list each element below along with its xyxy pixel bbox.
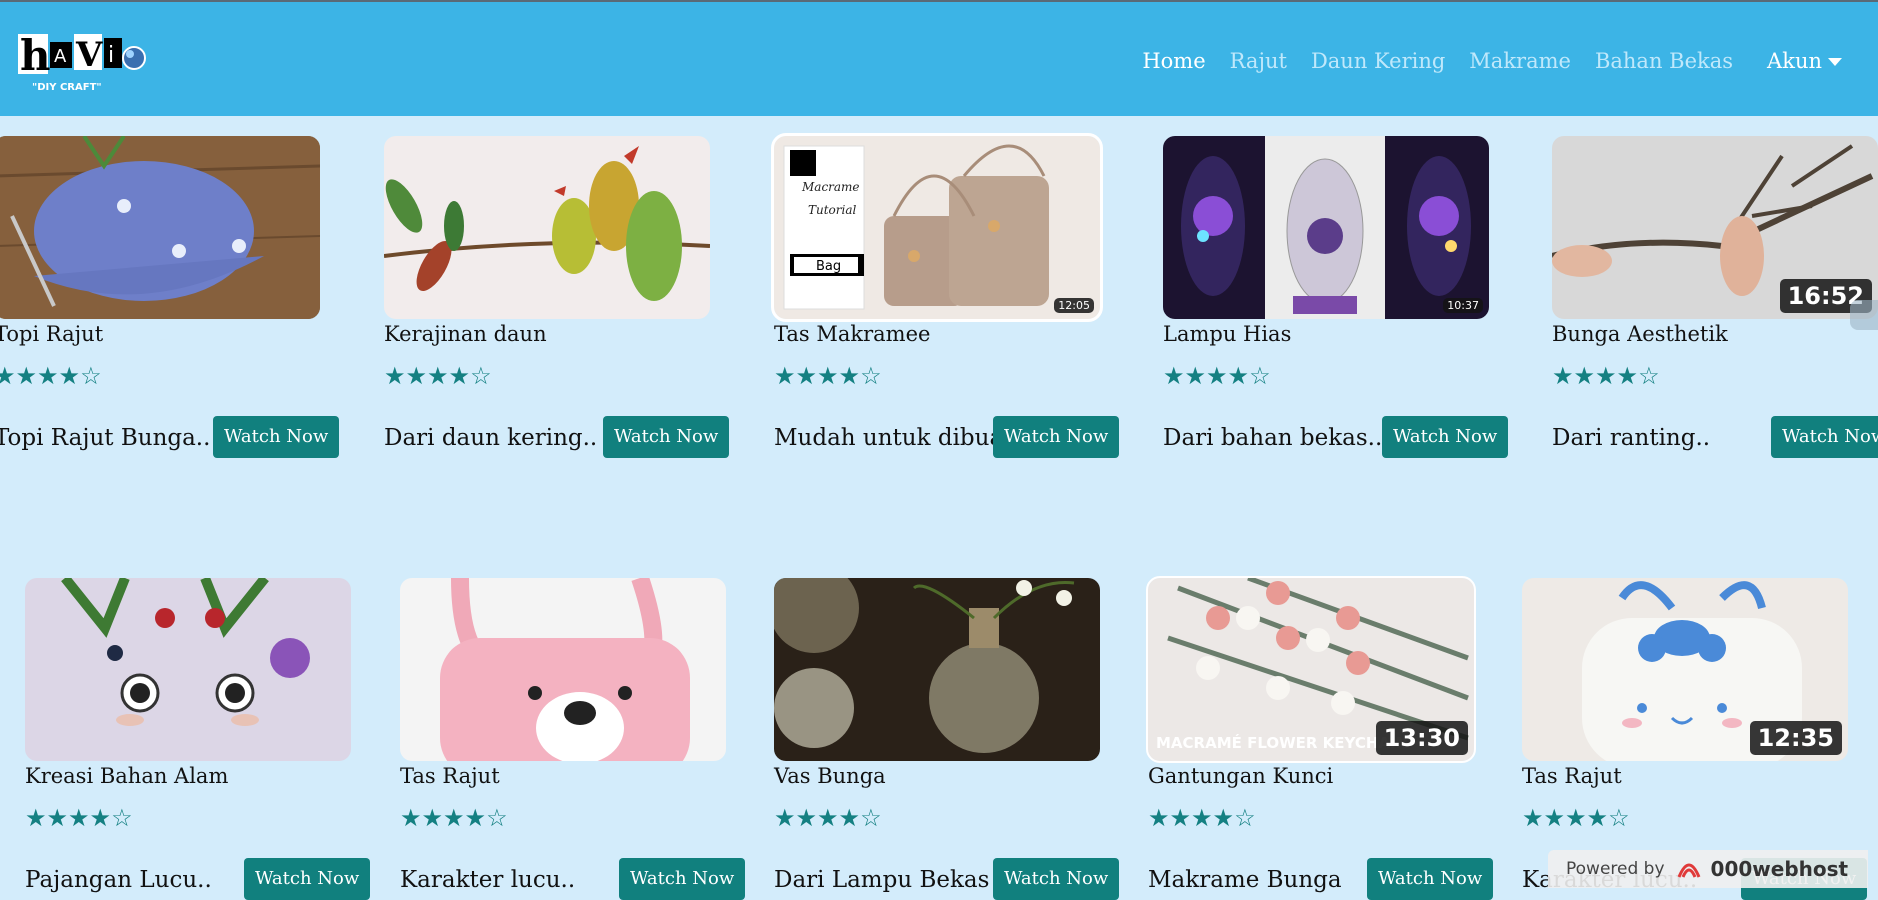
video-title: Gantungan Kunci bbox=[1148, 764, 1334, 788]
video-title: Bunga Aesthetik bbox=[1552, 322, 1728, 346]
nav-bahan-bekas[interactable]: Bahan Bekas bbox=[1595, 49, 1733, 73]
account-dropdown[interactable]: Akun bbox=[1767, 49, 1842, 73]
video-thumbnail[interactable]: 12:35 bbox=[1522, 578, 1848, 761]
powered-by-label: Powered by bbox=[1566, 859, 1665, 879]
star-rating: ★★★★☆ bbox=[774, 362, 882, 390]
star-rating: ★★★★☆ bbox=[774, 804, 882, 832]
watch-now-button[interactable]: Watch Now bbox=[993, 858, 1120, 900]
thumb-text-macrame: Macrame bbox=[801, 180, 860, 194]
video-card-kreasi-bahan-alam: Kreasi Bahan Alam ★★★★☆ Pajangan Lucu.. … bbox=[25, 578, 371, 900]
chevron-down-icon bbox=[1828, 58, 1842, 66]
video-card-topi-rajut: Topi Rajut ★★★★☆ Topi Rajut Bunga.. Watc… bbox=[0, 136, 340, 458]
video-duration: 10:37 bbox=[1443, 298, 1483, 313]
account-label: Akun bbox=[1767, 49, 1822, 73]
video-description: Makrame Bunga bbox=[1148, 867, 1342, 893]
watch-now-button[interactable]: Watch Now bbox=[1367, 858, 1494, 900]
video-description: Dari daun kering.. bbox=[384, 425, 598, 451]
thumb-text-keychain: MACRAMÉ FLOWER KEYCHAIN bbox=[1156, 733, 1408, 752]
video-title: Lampu Hias bbox=[1163, 322, 1292, 346]
nav-rajut[interactable]: Rajut bbox=[1230, 49, 1287, 73]
video-thumbnail[interactable] bbox=[774, 578, 1100, 761]
main-nav: Home Rajut Daun Kering Makrame Bahan Bek… bbox=[1118, 46, 1842, 76]
thumb-text-bag: Bag bbox=[816, 259, 841, 274]
logo-tagline: "DIY CRAFT" bbox=[32, 82, 102, 93]
svg-text:A: A bbox=[54, 46, 67, 67]
video-duration: 12:05 bbox=[1054, 298, 1094, 313]
video-description: Topi Rajut Bunga.. bbox=[0, 425, 211, 451]
svg-text:i: i bbox=[108, 43, 114, 68]
logo-image: h A V i "DIY CRAFT" bbox=[18, 31, 146, 93]
scroll-right-handle[interactable] bbox=[1850, 300, 1878, 330]
video-thumbnail[interactable] bbox=[384, 136, 710, 319]
video-title: Topi Rajut bbox=[0, 322, 104, 346]
star-rating: ★★★★☆ bbox=[1163, 362, 1271, 390]
video-description: Mudah untuk dibuat.. bbox=[774, 425, 1028, 451]
video-title: Kerajinan daun bbox=[384, 322, 547, 346]
video-thumbnail[interactable]: 10:37 bbox=[1163, 136, 1489, 319]
site-logo[interactable]: h A V i "DIY CRAFT" bbox=[16, 24, 156, 104]
powered-by-brand: 000webhost bbox=[1710, 857, 1849, 881]
video-title: Tas Rajut bbox=[1522, 764, 1622, 788]
watch-now-button[interactable]: Watch Now bbox=[603, 416, 730, 458]
watch-now-button[interactable]: Watch Now bbox=[1382, 416, 1509, 458]
svg-text:h: h bbox=[20, 31, 51, 80]
video-duration: 12:35 bbox=[1749, 721, 1842, 755]
watch-now-button[interactable]: Watch Now bbox=[244, 858, 371, 900]
star-rating: ★★★★☆ bbox=[1148, 804, 1256, 832]
video-card-tas-rajut-1: Tas Rajut ★★★★☆ Karakter lucu.. Watch No… bbox=[400, 578, 746, 900]
nav-daun-kering[interactable]: Daun Kering bbox=[1311, 49, 1445, 73]
watch-now-button[interactable]: Watch Now bbox=[213, 416, 340, 458]
star-rating: ★★★★☆ bbox=[384, 362, 492, 390]
video-card-kerajinan-daun: Kerajinan daun ★★★★☆ Dari daun kering.. … bbox=[384, 136, 730, 458]
video-description: Dari Lampu Bekas bbox=[774, 867, 990, 893]
video-card-vas-bunga: Vas Bunga ★★★★☆ Dari Lampu Bekas Watch N… bbox=[774, 578, 1120, 900]
video-card-gantungan-kunci: MACRAMÉ FLOWER KEYCHAIN 13:30 Gantungan … bbox=[1146, 576, 1494, 900]
star-rating: ★★★★☆ bbox=[1522, 804, 1630, 832]
star-rating: ★★★★☆ bbox=[0, 362, 102, 390]
watch-now-button[interactable]: Watch Now bbox=[993, 416, 1120, 458]
video-duration: 13:30 bbox=[1375, 721, 1468, 755]
watch-now-button[interactable]: Watch Now bbox=[619, 858, 746, 900]
video-description: Pajangan Lucu.. bbox=[25, 867, 212, 893]
svg-text:V: V bbox=[75, 35, 103, 75]
star-rating: ★★★★☆ bbox=[1552, 362, 1660, 390]
video-title: Vas Bunga bbox=[774, 764, 886, 788]
video-thumbnail[interactable]: 16:52 bbox=[1552, 136, 1878, 319]
video-thumbnail[interactable]: Macrame Tutorial Bag 12:05 bbox=[771, 133, 1103, 322]
video-title: Kreasi Bahan Alam bbox=[25, 764, 229, 788]
video-thumbnail[interactable]: MACRAMÉ FLOWER KEYCHAIN 13:30 bbox=[1146, 576, 1476, 763]
video-thumbnail[interactable] bbox=[400, 578, 726, 761]
star-rating: ★★★★☆ bbox=[400, 804, 508, 832]
powered-by-badge[interactable]: Powered by 000webhost bbox=[1548, 850, 1868, 888]
video-description: Dari ranting.. bbox=[1552, 425, 1711, 451]
thumb-text-tutorial: Tutorial bbox=[808, 203, 857, 217]
video-description: Karakter lucu.. bbox=[400, 867, 576, 893]
nav-makrame[interactable]: Makrame bbox=[1469, 49, 1571, 73]
video-description: Dari bahan bekas.. bbox=[1163, 425, 1383, 451]
video-thumbnail[interactable] bbox=[25, 578, 351, 761]
video-card-lampu-hias: 10:37 Lampu Hias ★★★★☆ Dari bahan bekas.… bbox=[1163, 136, 1509, 458]
nav-home[interactable]: Home bbox=[1142, 49, 1205, 73]
star-rating: ★★★★☆ bbox=[25, 804, 133, 832]
video-card-bunga-aesthetik: 16:52 Bunga Aesthetik ★★★★☆ Dari ranting… bbox=[1552, 136, 1878, 458]
webhost-logo-icon bbox=[1677, 863, 1700, 878]
watch-now-button[interactable]: Watch Now bbox=[1771, 416, 1878, 458]
site-header: h A V i "DIY CRAFT" Home Rajut Daun Keri… bbox=[0, 2, 1878, 116]
video-title: Tas Rajut bbox=[400, 764, 500, 788]
video-card-tas-makramee: Macrame Tutorial Bag 12:05 Tas Makramee … bbox=[771, 133, 1120, 458]
video-thumbnail[interactable] bbox=[0, 136, 320, 319]
video-title: Tas Makramee bbox=[774, 322, 931, 346]
